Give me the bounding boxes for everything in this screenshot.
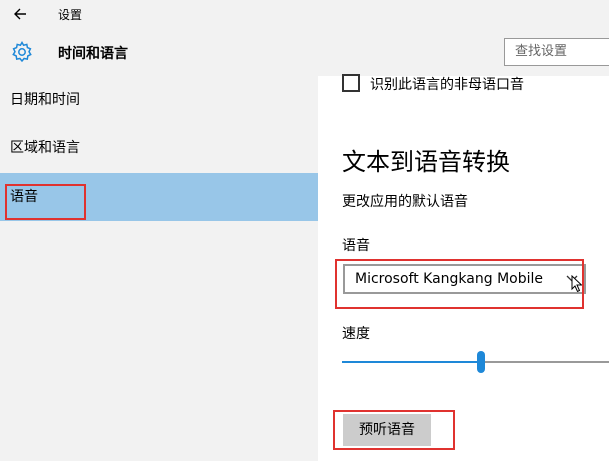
accent-checkbox[interactable] <box>342 74 360 92</box>
checkbox-label: 识别此语言的非母语口音 <box>370 77 524 93</box>
section-heading: 文本到语音转换 <box>342 148 510 176</box>
back-arrow-icon <box>14 8 26 20</box>
main-content: 识别此语言的非母语口音 文本到语音转换 更改应用的默认语音 语音 Microso… <box>318 74 609 461</box>
title-bar: 设置 <box>0 0 609 28</box>
window-title: 设置 <box>58 8 83 22</box>
sidebar: 日期和时间 区域和语言 语音 <box>0 76 318 461</box>
sidebar-item-label: 日期和时间 <box>10 92 80 108</box>
highlight-box-preview <box>333 410 455 450</box>
header: 时间和语言 查找设置 <box>0 28 609 76</box>
highlight-box-speech <box>5 184 86 220</box>
speed-label: 速度 <box>342 326 370 342</box>
sidebar-item-label: 区域和语言 <box>10 140 80 156</box>
back-button[interactable] <box>10 4 32 24</box>
section-subtext: 更改应用的默认语音 <box>342 194 468 210</box>
slider-thumb[interactable] <box>477 351 485 373</box>
slider-track-filled <box>342 361 481 363</box>
highlight-box-voice <box>335 259 584 309</box>
sidebar-item-date-time[interactable]: 日期和时间 <box>0 76 318 124</box>
gear-icon <box>12 41 32 63</box>
search-input[interactable]: 查找设置 <box>504 38 609 66</box>
sidebar-item-region-language[interactable]: 区域和语言 <box>0 124 318 172</box>
voice-label: 语音 <box>342 238 370 254</box>
page-title: 时间和语言 <box>58 46 128 62</box>
slider-track-empty <box>481 361 609 363</box>
speed-slider[interactable] <box>342 351 609 375</box>
